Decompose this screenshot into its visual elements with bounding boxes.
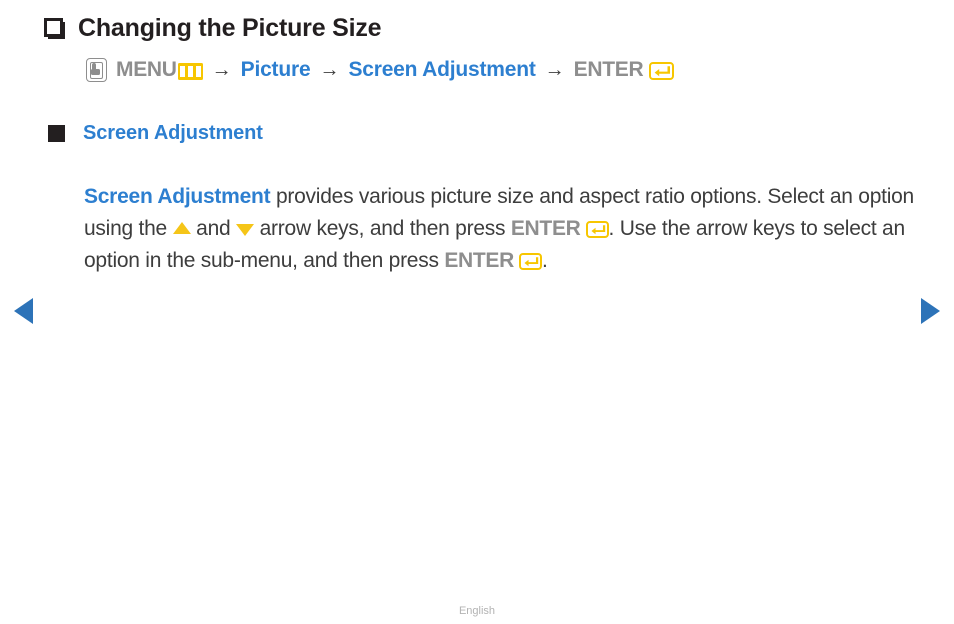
body-enter-label-2: ENTER <box>444 249 515 272</box>
section-heading-row: Screen Adjustment <box>48 122 263 145</box>
body-paragraph: Screen Adjustment provides various pictu… <box>84 181 914 277</box>
menu-path-breadcrumb: MENU → Picture → Screen Adjustment → ENT… <box>86 58 675 82</box>
body-lead-term: Screen Adjustment <box>84 185 271 208</box>
page-title-row: Changing the Picture Size <box>44 14 382 43</box>
breadcrumb-arrow-1: → <box>211 58 232 81</box>
footer-language-label: English <box>458 605 496 617</box>
filled-square-bullet-icon <box>48 125 65 142</box>
next-page-arrow-icon[interactable] <box>921 298 940 324</box>
body-enter-label-1: ENTER <box>510 217 581 240</box>
body-text-3: arrow keys, and then press <box>254 217 511 240</box>
enter-return-icon <box>519 253 543 270</box>
manual-page: Changing the Picture Size MENU → Picture… <box>0 0 954 624</box>
breadcrumb-item-picture[interactable]: Picture <box>241 58 311 82</box>
breadcrumb-arrow-3: → <box>544 58 565 81</box>
body-text-2: and <box>190 217 237 240</box>
previous-page-arrow-icon[interactable] <box>14 298 33 324</box>
section-heading: Screen Adjustment <box>83 122 263 144</box>
breadcrumb-item-screen-adjustment[interactable]: Screen Adjustment <box>348 58 535 82</box>
hollow-square-bullet-icon <box>44 17 66 40</box>
breadcrumb-enter-label: ENTER <box>573 58 644 81</box>
hand-press-remote-icon <box>86 58 107 82</box>
menu-bars-icon <box>177 62 203 80</box>
enter-return-icon <box>649 62 675 80</box>
triangle-down-icon <box>236 224 255 236</box>
body-text-5: . <box>542 249 548 272</box>
enter-return-icon <box>585 221 609 238</box>
breadcrumb-menu-label: MENU <box>116 58 177 81</box>
breadcrumb-arrow-2: → <box>319 58 340 81</box>
page-title: Changing the Picture Size <box>78 14 382 42</box>
triangle-up-icon <box>172 222 191 234</box>
